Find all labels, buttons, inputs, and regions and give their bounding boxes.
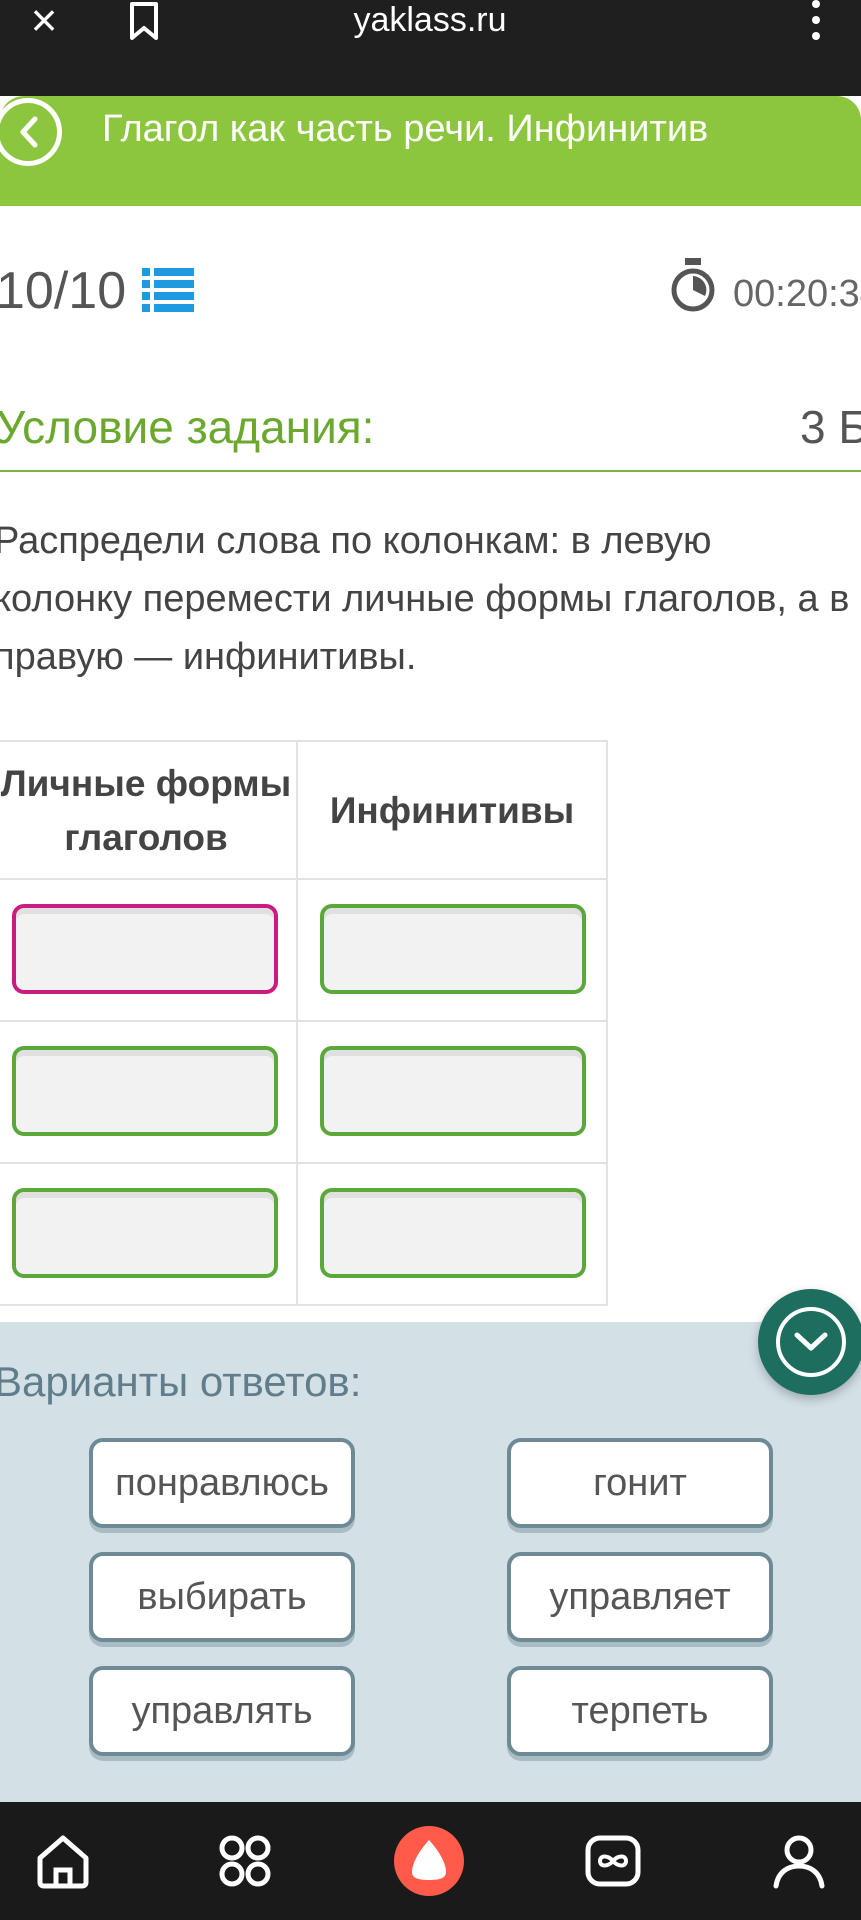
task-list-icon[interactable] xyxy=(140,264,196,316)
answer-options-panel: Варианты ответов: понравлюсь гонит выбир… xyxy=(0,1322,861,1802)
drop-slot-left-1[interactable] xyxy=(12,904,278,994)
drop-slot-right-3[interactable] xyxy=(320,1188,586,1278)
apps-grid-icon[interactable] xyxy=(212,1828,278,1894)
row-divider xyxy=(0,1162,606,1164)
drop-slot-right-2[interactable] xyxy=(320,1046,586,1136)
browser-toolbar: × yaklass.ru xyxy=(0,0,861,96)
home-icon[interactable] xyxy=(30,1828,96,1894)
assistant-icon[interactable] xyxy=(394,1826,464,1896)
points-value: 3 Б xyxy=(800,401,861,453)
close-icon[interactable]: × xyxy=(22,0,66,44)
task-instruction: Распредели слова по колонкам: в левую ко… xyxy=(0,520,850,678)
answer-chip[interactable]: управляет xyxy=(507,1552,773,1642)
bookmark-icon[interactable] xyxy=(126,0,162,44)
stopwatch-icon xyxy=(668,256,718,316)
divider xyxy=(0,470,861,472)
lesson-header: Глагол как часть речи. Инфинитив xyxy=(0,96,861,206)
profile-icon[interactable] xyxy=(766,1828,832,1894)
url-text[interactable]: yaklass.ru xyxy=(280,0,580,44)
lesson-title: Глагол как часть речи. Инфинитив xyxy=(102,108,709,150)
chevron-down-icon xyxy=(794,1332,828,1351)
page: × yaklass.ru Глагол как часть речи. Инфи… xyxy=(0,0,861,1920)
answer-chip[interactable]: управлять xyxy=(89,1666,355,1756)
task-counter: 10/10 xyxy=(0,262,127,320)
column-header-infinitives: Инфинитивы xyxy=(329,790,575,831)
drop-slot-left-2[interactable] xyxy=(12,1046,278,1136)
answers-title: Варианты ответов: xyxy=(0,1358,362,1405)
answer-chip[interactable]: понравлюсь xyxy=(89,1438,355,1528)
answer-chip[interactable]: гонит xyxy=(507,1438,773,1528)
row-divider xyxy=(0,1020,606,1022)
timer: 00:20:34 xyxy=(733,273,861,315)
scroll-down-button[interactable] xyxy=(758,1289,861,1395)
bottom-navigation xyxy=(0,1802,861,1920)
condition-title: Условие задания: xyxy=(0,401,375,453)
drop-slot-right-1[interactable] xyxy=(320,904,586,994)
column-header-personal-forms: Личные формы глаголов xyxy=(0,763,292,858)
answer-chip[interactable]: выбирать xyxy=(89,1552,355,1642)
drop-slot-left-3[interactable] xyxy=(12,1188,278,1278)
media-icon[interactable] xyxy=(580,1828,646,1894)
back-icon[interactable] xyxy=(0,98,62,166)
answer-chip[interactable]: терпеть xyxy=(507,1666,773,1756)
sorting-table: Личные формы глаголов Инфинитивы xyxy=(0,740,608,1306)
more-menu-icon[interactable] xyxy=(800,0,832,48)
